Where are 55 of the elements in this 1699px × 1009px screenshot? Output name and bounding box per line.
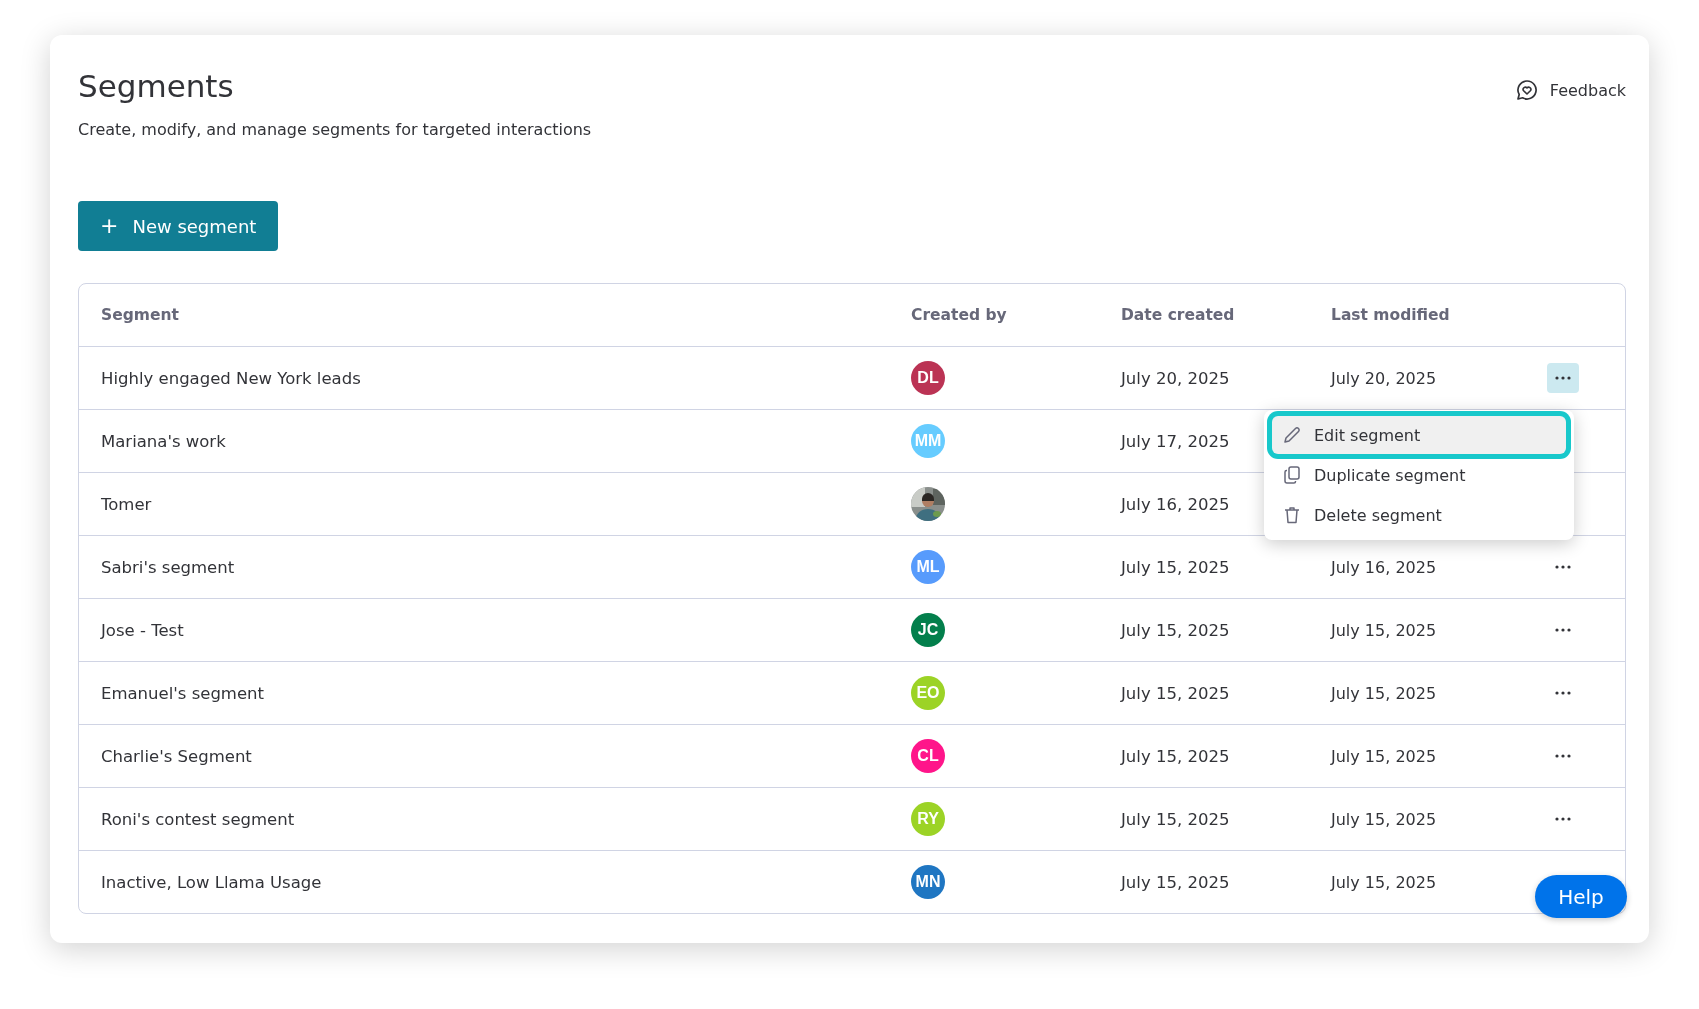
column-header: Created by [911, 306, 1007, 324]
last-modified: July 15, 2025 [1331, 620, 1437, 640]
column-header: Segment [101, 306, 179, 324]
user-avatar: EO [911, 676, 945, 710]
last-modified: July 20, 2025 [1331, 368, 1437, 388]
chat-heart-icon [1515, 79, 1538, 101]
user-avatar: RY [911, 802, 945, 836]
more-icon [1555, 817, 1571, 821]
date-created: July 16, 2025 [1121, 494, 1230, 514]
date-created: July 17, 2025 [1121, 431, 1230, 451]
user-avatar: MN [911, 865, 945, 899]
segment-name[interactable]: Sabri's segment [101, 557, 235, 577]
segment-name[interactable]: Highly engaged New York leads [101, 368, 361, 388]
user-avatar: DL [911, 361, 945, 395]
page-subtitle: Create, modify, and manage segments for targeted interactions [78, 119, 592, 141]
last-modified: July 16, 2025 [1331, 557, 1437, 577]
user-avatar: JC [911, 613, 945, 647]
segment-name[interactable]: Charlie's Segment [101, 746, 252, 766]
segment-name[interactable]: Tomer [101, 494, 152, 514]
segment-name[interactable]: Mariana's work [101, 431, 226, 451]
date-created: July 15, 2025 [1121, 809, 1230, 829]
segment-name[interactable]: Inactive, Low Llama Usage [101, 872, 322, 892]
pencil-icon [1282, 425, 1302, 445]
last-modified: July 15, 2025 [1331, 746, 1437, 766]
column-header: Last modified [1331, 306, 1450, 324]
more-icon [1555, 376, 1571, 380]
more-icon [1555, 565, 1571, 569]
page-title: Segments [78, 67, 235, 106]
date-created: July 15, 2025 [1121, 683, 1230, 703]
user-avatar: MM [911, 424, 945, 458]
copy-icon [1282, 465, 1302, 485]
user-avatar: ML [911, 550, 945, 584]
more-icon [1555, 691, 1571, 695]
segment-name[interactable]: Jose - Test [101, 620, 184, 640]
user-avatar: CL [911, 739, 945, 773]
date-created: July 15, 2025 [1121, 872, 1230, 892]
segment-name[interactable]: Emanuel's segment [101, 683, 264, 703]
trash-icon [1282, 505, 1302, 525]
date-created: July 15, 2025 [1121, 746, 1230, 766]
more-button[interactable] [1547, 363, 1579, 393]
date-created: July 15, 2025 [1121, 557, 1230, 577]
last-modified: July 15, 2025 [1331, 683, 1437, 703]
help-button[interactable]: Help [1535, 875, 1627, 918]
more-icon [1555, 628, 1571, 632]
menu-item[interactable]: Delete segment [1272, 496, 1566, 534]
more-icon [1555, 754, 1571, 758]
segment-name[interactable]: Roni's contest segment [101, 809, 295, 829]
column-header: Date created [1121, 306, 1235, 324]
date-created: July 20, 2025 [1121, 368, 1230, 388]
menu-item[interactable]: Duplicate segment [1272, 456, 1566, 494]
date-created: July 15, 2025 [1121, 620, 1230, 640]
last-modified: July 15, 2025 [1331, 872, 1437, 892]
feedback-button[interactable]: Feedback [1515, 79, 1626, 101]
new-segment-button[interactable]: + New segment [78, 201, 279, 251]
last-modified: July 15, 2025 [1331, 809, 1437, 829]
